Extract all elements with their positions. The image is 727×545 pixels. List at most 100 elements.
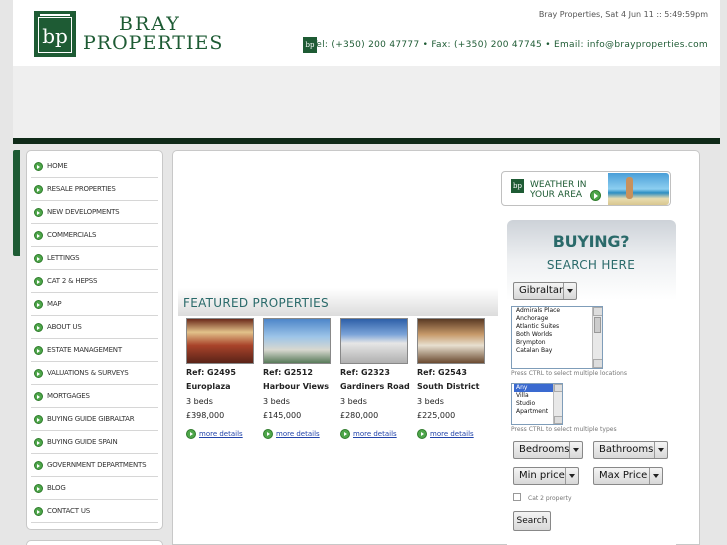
beach-figure [626, 177, 633, 199]
locations-listbox[interactable]: Admirals Place Anchorage Atlantic Suites Bo… [511, 306, 603, 369]
weather-label: WEATHER IN YOUR AREA [530, 180, 587, 200]
sidebar-item[interactable]: COMMERCIALS [31, 224, 158, 247]
sidebar-item-label: BLOG [47, 484, 66, 492]
property-ref: Ref: G2323 [340, 368, 390, 377]
sidebar-nav: HOME RESALE PROPERTIES NEW DEVELOPMENTS COM… [26, 150, 163, 530]
arrow-bullet-icon [34, 207, 43, 217]
scroll-up-icon[interactable] [554, 384, 562, 392]
arrow-bullet-icon [34, 161, 43, 171]
bathrooms-select[interactable]: Bathrooms [593, 441, 668, 459]
more-details-link[interactable]: more details [353, 430, 397, 438]
locations-scrollbar[interactable] [592, 307, 602, 368]
types-scrollbar[interactable] [553, 384, 562, 424]
sidebar-item-label: VALUATIONS & SURVEYS [47, 369, 129, 377]
cat2-checkbox[interactable] [513, 493, 521, 501]
featured-properties: FEATURED PROPERTIES Ref: G2495 Europlaza 3… [178, 288, 498, 448]
scroll-thumb[interactable] [594, 317, 601, 333]
weather-widget[interactable]: bp WEATHER IN YOUR AREA [501, 171, 671, 206]
chevron-down-icon [565, 468, 578, 484]
location-option[interactable]: Admirals Place [514, 307, 602, 315]
more-details-link-wrap[interactable]: more details [186, 429, 258, 439]
property-photo[interactable] [186, 318, 254, 364]
sidebar-item[interactable]: HOME [31, 155, 158, 178]
more-details-link-wrap[interactable]: more details [340, 429, 412, 439]
max-price-select[interactable]: Max Price [593, 467, 663, 485]
sidebar-item[interactable]: BUYING GUIDE SPAIN [31, 431, 158, 454]
location-option[interactable]: Anchorage [514, 315, 602, 323]
arrow-bullet-icon [34, 437, 43, 447]
sidebar-item[interactable]: BUYING GUIDE GIBRALTAR [31, 408, 158, 431]
bedrooms-select[interactable]: Bedrooms [513, 441, 583, 459]
location-option[interactable]: Catalan Bay [514, 347, 602, 355]
divider-bar [13, 138, 720, 144]
sidebar-item[interactable]: MORTGAGES [31, 385, 158, 408]
sidebar-item[interactable]: ESTATE MANAGEMENT [31, 339, 158, 362]
scroll-down-icon[interactable] [593, 359, 602, 368]
logo-mark[interactable]: bp [34, 11, 76, 57]
contact-info: Tel: (+350) 200 47777 • Fax: (+350) 200 … [312, 40, 708, 50]
sidebar-item-label: MAP [47, 300, 62, 308]
sidebar-item[interactable]: MAP [31, 293, 158, 316]
sidebar-item[interactable]: CAT 2 & HEPSS [31, 270, 158, 293]
property-photo[interactable] [263, 318, 331, 364]
sidebar-item-label: LETTINGS [47, 254, 80, 262]
property-beds: 3 beds [340, 397, 367, 406]
sidebar-item-label: ABOUT US [47, 323, 82, 331]
scroll-down-icon[interactable] [554, 416, 562, 424]
min-price-select[interactable]: Min price [513, 467, 579, 485]
bedrooms-select-value: Bedrooms [519, 444, 570, 455]
sidebar-item[interactable]: CONTACT US [31, 500, 158, 523]
arrow-bullet-icon [186, 429, 196, 439]
sidebar-item[interactable]: LETTINGS [31, 247, 158, 270]
sidebar-item[interactable]: NEW DEVELOPMENTS [31, 201, 158, 224]
property-price: £225,000 [417, 411, 456, 420]
property-card: Ref: G2323 Gardiners Road 3 beds £280,000 mo… [340, 318, 412, 439]
sidebar-item[interactable]: VALUATIONS & SURVEYS [31, 362, 158, 385]
search-heading: BUYING? [552, 232, 630, 251]
property-photo[interactable] [417, 318, 485, 364]
brand-name-line2[interactable]: PROPERTIES [83, 32, 223, 54]
max-price-select-value: Max Price [599, 470, 648, 481]
property-ref: Ref: G2543 [417, 368, 467, 377]
location-option[interactable]: Atlantic Suites [514, 323, 602, 331]
more-details-link-wrap[interactable]: more details [417, 429, 489, 439]
banner-area [13, 66, 720, 138]
property-card: Ref: G2543 South District 3 beds £225,000 mo… [417, 318, 489, 439]
more-details-link[interactable]: more details [199, 430, 243, 438]
property-photo[interactable] [340, 318, 408, 364]
beach-image [608, 173, 669, 205]
more-details-link[interactable]: more details [430, 430, 474, 438]
min-price-select-value: Min price [519, 470, 565, 481]
weather-go-icon[interactable] [590, 190, 601, 201]
property-ref: Ref: G2495 [186, 368, 236, 377]
arrow-bullet-icon [34, 276, 43, 286]
sidebar-item[interactable]: ABOUT US [31, 316, 158, 339]
sidebar-item-label: BUYING GUIDE SPAIN [47, 438, 118, 446]
page: bp BRAY PROPERTIES Bray Properties, Sat … [0, 0, 727, 545]
scroll-up-icon[interactable] [593, 307, 602, 316]
cat2-label: Cat 2 property [528, 495, 572, 502]
sidebar-item-label: MORTGAGES [47, 392, 90, 400]
property-beds: 3 beds [186, 397, 213, 406]
header: bp BRAY PROPERTIES Bray Properties, Sat … [13, 0, 720, 66]
property-beds: 3 beds [263, 397, 290, 406]
country-select[interactable]: Gibraltar [513, 282, 577, 300]
weather-label-line1: WEATHER IN [530, 180, 587, 190]
types-listbox[interactable]: Any Villa Studio Apartment [511, 383, 563, 425]
sidebar-item[interactable]: RESALE PROPERTIES [31, 178, 158, 201]
sidebar-item[interactable]: BLOG [31, 477, 158, 500]
nav-list: HOME RESALE PROPERTIES NEW DEVELOPMENTS COM… [27, 151, 162, 523]
arrow-bullet-icon [34, 322, 43, 332]
search-button[interactable]: Search [513, 511, 551, 531]
arrow-bullet-icon [34, 368, 43, 378]
arrow-bullet-icon [34, 184, 43, 194]
datetime-text: Bray Properties, Sat 4 Jun 11 :: 5:49:59… [538, 10, 708, 19]
location-option[interactable]: Brympton [514, 339, 602, 347]
more-details-link-wrap[interactable]: more details [263, 429, 335, 439]
more-details-link[interactable]: more details [276, 430, 320, 438]
sidebar-item[interactable]: GOVERNMENT DEPARTMENTS [31, 454, 158, 477]
sidebar-item-label: BUYING GUIDE GIBRALTAR [47, 415, 135, 423]
featured-heading: FEATURED PROPERTIES [178, 288, 498, 316]
weather-logo-icon: bp [511, 179, 524, 193]
location-option[interactable]: Both Worlds [514, 331, 602, 339]
